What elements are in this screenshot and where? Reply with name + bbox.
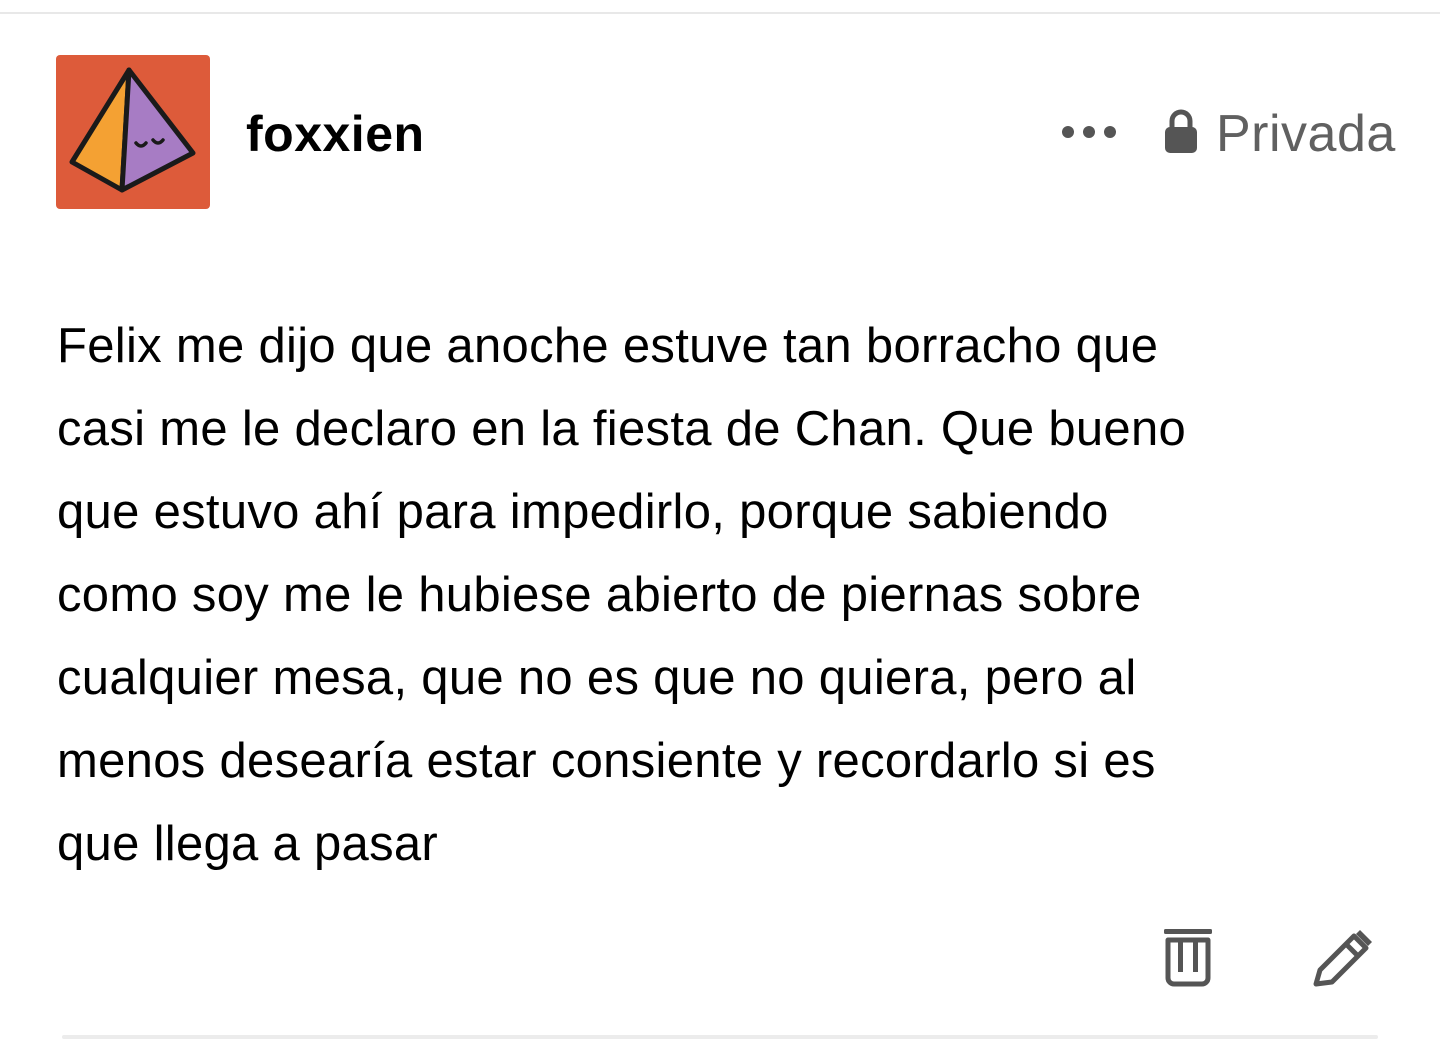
privacy-indicator: Privada bbox=[1164, 102, 1396, 166]
post-text-line: casi me le declaro en la fiesta de Chan.… bbox=[57, 402, 1187, 456]
lock-icon bbox=[1165, 109, 1197, 153]
username-link[interactable]: foxxien bbox=[246, 104, 425, 164]
bottom-divider bbox=[62, 1035, 1378, 1039]
post-text-line: cualquier mesa, que no es que no quiera,… bbox=[57, 651, 1137, 705]
edit-button[interactable] bbox=[1310, 928, 1374, 988]
post-card: foxxien Privada Felix me dijo que anoche… bbox=[0, 0, 1440, 1053]
post-text-line: que estuvo ahí para impedirlo, porque sa… bbox=[57, 485, 1109, 539]
post-text-line: que llega a pasar bbox=[57, 817, 439, 871]
post-text: Felix me dijo que anoche estuve tan borr… bbox=[57, 305, 1367, 886]
post-text-line: como soy me le hubiese abierto de pierna… bbox=[57, 568, 1142, 622]
delete-button[interactable] bbox=[1160, 926, 1216, 988]
post-text-line: menos desearía estar consiente y recorda… bbox=[57, 734, 1156, 788]
trash-icon bbox=[1164, 929, 1212, 987]
pyramid-avatar-icon bbox=[56, 55, 210, 209]
avatar[interactable] bbox=[56, 55, 210, 209]
more-options-button[interactable] bbox=[1058, 112, 1122, 152]
privacy-label: Privada bbox=[1216, 105, 1396, 163]
pencil-icon bbox=[1313, 930, 1372, 987]
ellipsis-icon bbox=[1062, 126, 1116, 138]
post-text-line: Felix me dijo que anoche estuve tan borr… bbox=[57, 319, 1159, 373]
